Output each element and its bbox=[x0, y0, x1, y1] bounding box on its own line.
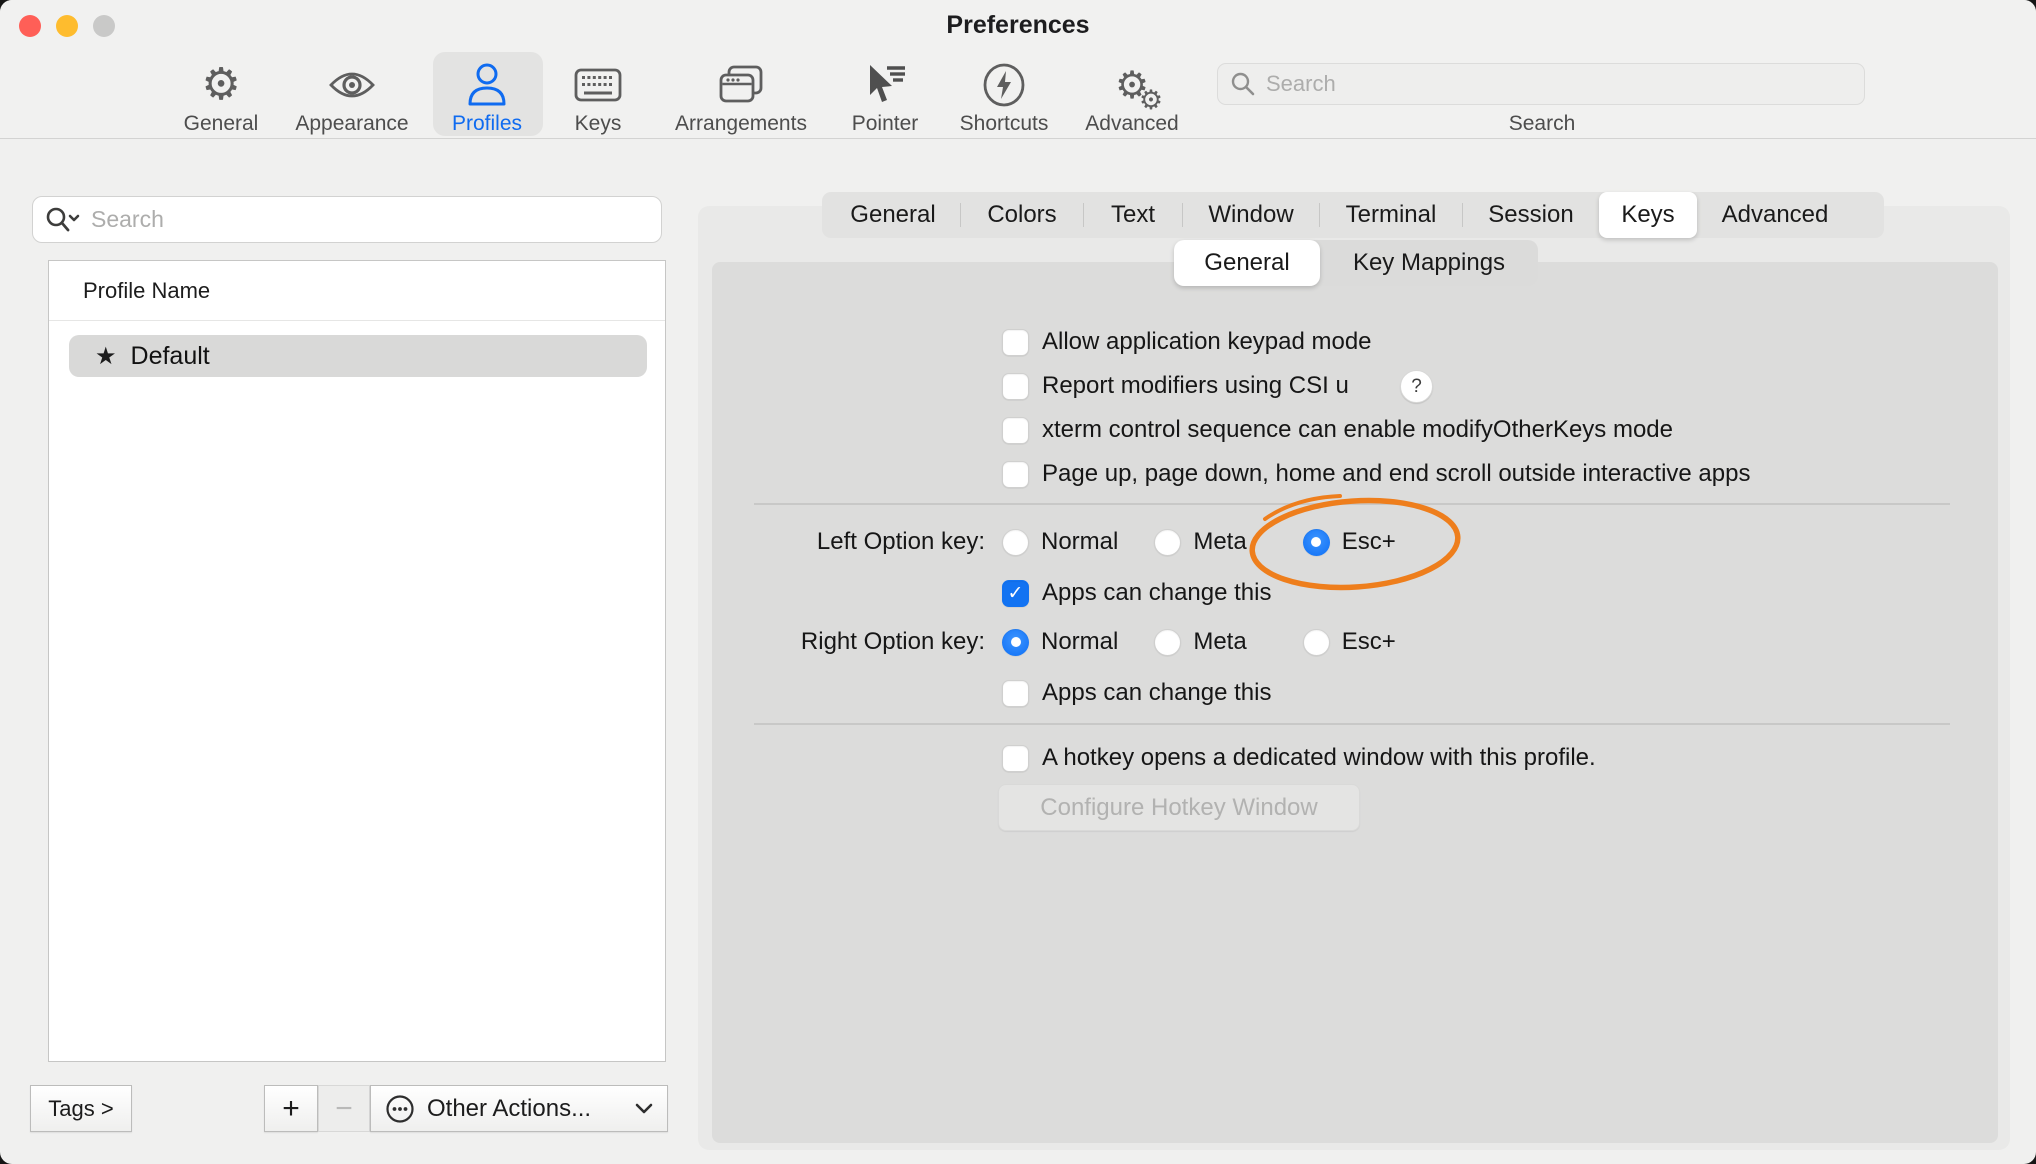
keys-settings-panel bbox=[712, 262, 1998, 1143]
star-icon: ★ bbox=[95, 342, 117, 371]
checkbox-row: Report modifiers using CSI u bbox=[1002, 370, 1349, 402]
gears-icon: ⚙ ⚙ bbox=[1115, 60, 1149, 110]
circle-ellipsis-icon bbox=[385, 1094, 415, 1124]
toolbar-search-caption: Search bbox=[1442, 112, 1642, 136]
tab-advanced[interactable]: Advanced bbox=[1697, 195, 1853, 235]
profile-tabbar: General Colors Text Window Terminal Sess… bbox=[822, 192, 1884, 238]
configure-hotkey-window-button[interactable]: Configure Hotkey Window bbox=[998, 784, 1360, 831]
right-option-meta-radio[interactable] bbox=[1154, 629, 1181, 656]
profile-row-default[interactable]: ★ Default bbox=[69, 335, 647, 377]
toolbar: Preferences ⚙ General Appearance bbox=[0, 0, 2036, 139]
checkbox-row: xterm control sequence can enable modify… bbox=[1002, 414, 1673, 446]
tab-terminal[interactable]: Terminal bbox=[1320, 195, 1462, 235]
tab-colors[interactable]: Colors bbox=[961, 195, 1083, 235]
help-button[interactable]: ? bbox=[1400, 370, 1433, 403]
toolbar-item-appearance[interactable]: Appearance bbox=[277, 58, 427, 136]
right-option-row: Right Option key: Normal Meta Esc+ bbox=[640, 625, 1396, 659]
checkbox-row: Apps can change this bbox=[1002, 677, 1272, 709]
profile-search-input[interactable] bbox=[91, 206, 649, 233]
divider bbox=[754, 723, 1950, 725]
profile-list-panel: Profile Name ★ Default bbox=[48, 260, 666, 1062]
keys-subtabbar: General Key Mappings bbox=[1174, 240, 1538, 286]
profile-search-field[interactable] bbox=[32, 196, 662, 243]
hotkey-window-checkbox[interactable] bbox=[1002, 745, 1029, 772]
checkbox-row: Page up, page down, home and end scroll … bbox=[1002, 458, 1750, 490]
window-title: Preferences bbox=[0, 11, 2036, 40]
tab-window[interactable]: Window bbox=[1183, 195, 1319, 235]
search-scope-icon bbox=[45, 206, 81, 234]
right-option-label: Right Option key: bbox=[640, 628, 985, 656]
subtab-key-mappings[interactable]: Key Mappings bbox=[1320, 240, 1538, 286]
allow-keypad-checkbox[interactable] bbox=[1002, 329, 1029, 356]
preferences-window: Preferences ⚙ General Appearance bbox=[0, 0, 2036, 1164]
toolbar-search-field[interactable] bbox=[1217, 63, 1865, 105]
tab-text[interactable]: Text bbox=[1084, 195, 1182, 235]
other-actions-label: Other Actions... bbox=[427, 1095, 591, 1123]
csi-u-checkbox[interactable] bbox=[1002, 373, 1029, 400]
toolbar-search-input[interactable] bbox=[1266, 71, 1852, 97]
modify-other-keys-checkbox[interactable] bbox=[1002, 417, 1029, 444]
cursor-icon bbox=[863, 60, 907, 110]
bolt-circle-icon bbox=[982, 60, 1026, 110]
left-option-meta-radio[interactable] bbox=[1154, 529, 1181, 556]
eye-icon bbox=[328, 60, 376, 110]
person-icon bbox=[466, 60, 508, 110]
right-apps-change-checkbox[interactable] bbox=[1002, 680, 1029, 707]
chevron-down-icon bbox=[635, 1103, 653, 1115]
add-profile-button[interactable]: + bbox=[264, 1085, 318, 1132]
right-option-normal-radio[interactable] bbox=[1002, 629, 1029, 656]
divider bbox=[754, 503, 1950, 505]
checkbox-row: Allow application keypad mode bbox=[1002, 326, 1372, 358]
radio-group: Normal Meta Esc+ bbox=[1002, 528, 1396, 556]
left-apps-change-checkbox[interactable] bbox=[1002, 580, 1029, 607]
tab-keys[interactable]: Keys bbox=[1599, 192, 1697, 238]
toolbar-item-arrangements[interactable]: Arrangements bbox=[666, 58, 816, 136]
gear-icon: ⚙ bbox=[201, 60, 240, 110]
profile-list-header: Profile Name bbox=[49, 261, 665, 321]
toolbar-item-general[interactable]: ⚙ General bbox=[146, 58, 296, 136]
toolbar-item-keys[interactable]: Keys bbox=[523, 58, 673, 136]
profile-name: Default bbox=[131, 342, 210, 371]
page-scroll-checkbox[interactable] bbox=[1002, 461, 1029, 488]
left-option-normal-radio[interactable] bbox=[1002, 529, 1029, 556]
keyboard-icon bbox=[574, 60, 622, 110]
tags-button[interactable]: Tags > bbox=[30, 1085, 132, 1132]
left-option-esc-radio[interactable] bbox=[1303, 529, 1330, 556]
checkbox-row: A hotkey opens a dedicated window with t… bbox=[1002, 742, 1596, 774]
remove-profile-button[interactable]: − bbox=[318, 1085, 370, 1132]
right-option-esc-radio[interactable] bbox=[1303, 629, 1330, 656]
checkbox-row: Apps can change this bbox=[1002, 577, 1272, 609]
tab-general[interactable]: General bbox=[826, 195, 960, 235]
other-actions-dropdown[interactable]: Other Actions... bbox=[370, 1085, 668, 1132]
left-option-label: Left Option key: bbox=[640, 528, 985, 556]
search-icon bbox=[1230, 71, 1256, 97]
windows-icon bbox=[717, 60, 765, 110]
toolbar-item-advanced[interactable]: ⚙ ⚙ Advanced bbox=[1057, 58, 1207, 136]
left-option-row: Left Option key: Normal Meta Esc+ bbox=[640, 525, 1396, 559]
tab-session[interactable]: Session bbox=[1463, 195, 1599, 235]
subtab-general[interactable]: General bbox=[1174, 240, 1320, 286]
radio-group: Normal Meta Esc+ bbox=[1002, 628, 1396, 656]
